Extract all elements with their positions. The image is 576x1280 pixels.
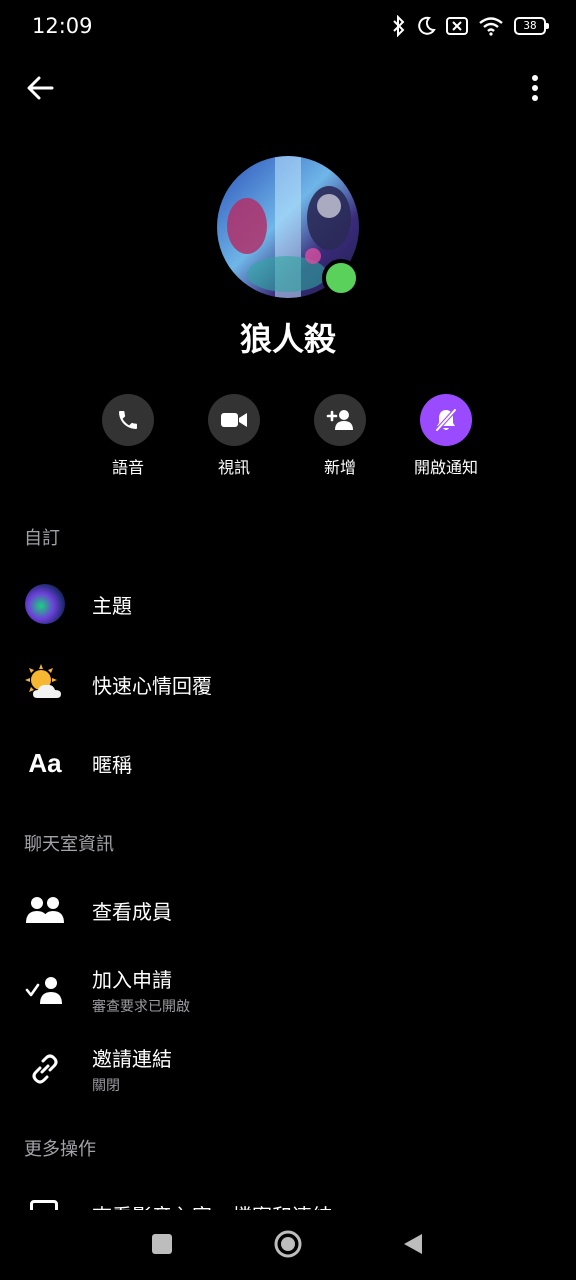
bell-muted-icon bbox=[435, 408, 457, 432]
nickname-icon: Aa bbox=[28, 747, 62, 778]
enable-notifications-label: 開啟通知 bbox=[413, 458, 478, 477]
section-header-chat-info: 聊天室資訊 bbox=[24, 834, 114, 855]
voice-call-circle[interactable] bbox=[102, 394, 154, 446]
section-header-customize: 自訂 bbox=[24, 528, 60, 549]
people-icon bbox=[23, 888, 67, 932]
voice-call-button[interactable]: 語音 bbox=[83, 394, 173, 478]
join-requests-label: 加入申請 bbox=[92, 968, 172, 992]
nickname-label: 暱稱 bbox=[92, 752, 132, 777]
group-name: 狼人殺 bbox=[239, 320, 336, 358]
invite-link-label: 邀請連結 bbox=[92, 1047, 172, 1071]
add-member-circle[interactable] bbox=[314, 394, 366, 446]
status-bar: 12:09 38 bbox=[0, 0, 576, 54]
action-buttons: 語音 視訊 新增 開啟通知 bbox=[0, 394, 576, 484]
view-members-label: 查看成員 bbox=[92, 899, 172, 924]
system-nav-bar bbox=[0, 1210, 576, 1280]
moon-icon bbox=[418, 16, 436, 35]
video-call-circle[interactable] bbox=[208, 394, 260, 446]
invite-link-status: 關閉 bbox=[92, 1078, 120, 1094]
enable-notifications-button[interactable]: 開啟通知 bbox=[401, 394, 491, 478]
quick-reaction-row[interactable]: 快速心情回覆 bbox=[0, 652, 576, 716]
enable-notifications-circle[interactable] bbox=[420, 394, 472, 446]
battery-icon: 38 bbox=[514, 17, 549, 35]
phone-icon bbox=[119, 411, 137, 429]
person-check-icon bbox=[23, 968, 67, 1012]
add-member-button[interactable]: 新增 bbox=[295, 394, 385, 478]
quick-reaction-label: 快速心情回覆 bbox=[92, 673, 212, 698]
theme-label: 主題 bbox=[92, 593, 132, 618]
nickname-row[interactable]: Aa 暱稱 bbox=[0, 731, 576, 795]
invite-link-row[interactable]: 邀請連結 關閉 bbox=[0, 1037, 576, 1101]
status-icons: 38 bbox=[392, 15, 549, 37]
recent-apps-button[interactable] bbox=[152, 1234, 172, 1254]
sun-behind-cloud-icon bbox=[23, 662, 67, 706]
join-requests-row[interactable]: 加入申請 審查要求已開啟 bbox=[0, 958, 576, 1022]
more-options-icon[interactable] bbox=[530, 74, 540, 102]
status-time: 12:09 bbox=[32, 14, 93, 38]
video-call-button[interactable]: 視訊 bbox=[189, 394, 279, 478]
sim-off-icon bbox=[446, 17, 468, 35]
view-members-row[interactable]: 查看成員 bbox=[0, 878, 576, 942]
theme-icon bbox=[23, 582, 67, 626]
home-button[interactable] bbox=[274, 1230, 302, 1258]
back-arrow-icon[interactable] bbox=[22, 70, 58, 106]
theme-row[interactable]: 主題 bbox=[0, 572, 576, 636]
voice-call-label: 語音 bbox=[111, 458, 144, 477]
group-avatar-container[interactable] bbox=[217, 156, 360, 298]
bluetooth-icon bbox=[393, 15, 405, 37]
section-header-more-actions: 更多操作 bbox=[24, 1139, 96, 1160]
nav-back-button[interactable] bbox=[402, 1232, 424, 1256]
video-call-label: 視訊 bbox=[217, 458, 250, 477]
wifi-icon bbox=[479, 17, 503, 36]
link-icon bbox=[23, 1047, 67, 1091]
add-member-label: 新增 bbox=[323, 458, 356, 477]
online-status-dot bbox=[322, 259, 360, 297]
join-requests-status: 審查要求已開啟 bbox=[92, 999, 190, 1015]
video-camera-icon bbox=[221, 413, 247, 427]
add-person-icon bbox=[326, 410, 353, 430]
